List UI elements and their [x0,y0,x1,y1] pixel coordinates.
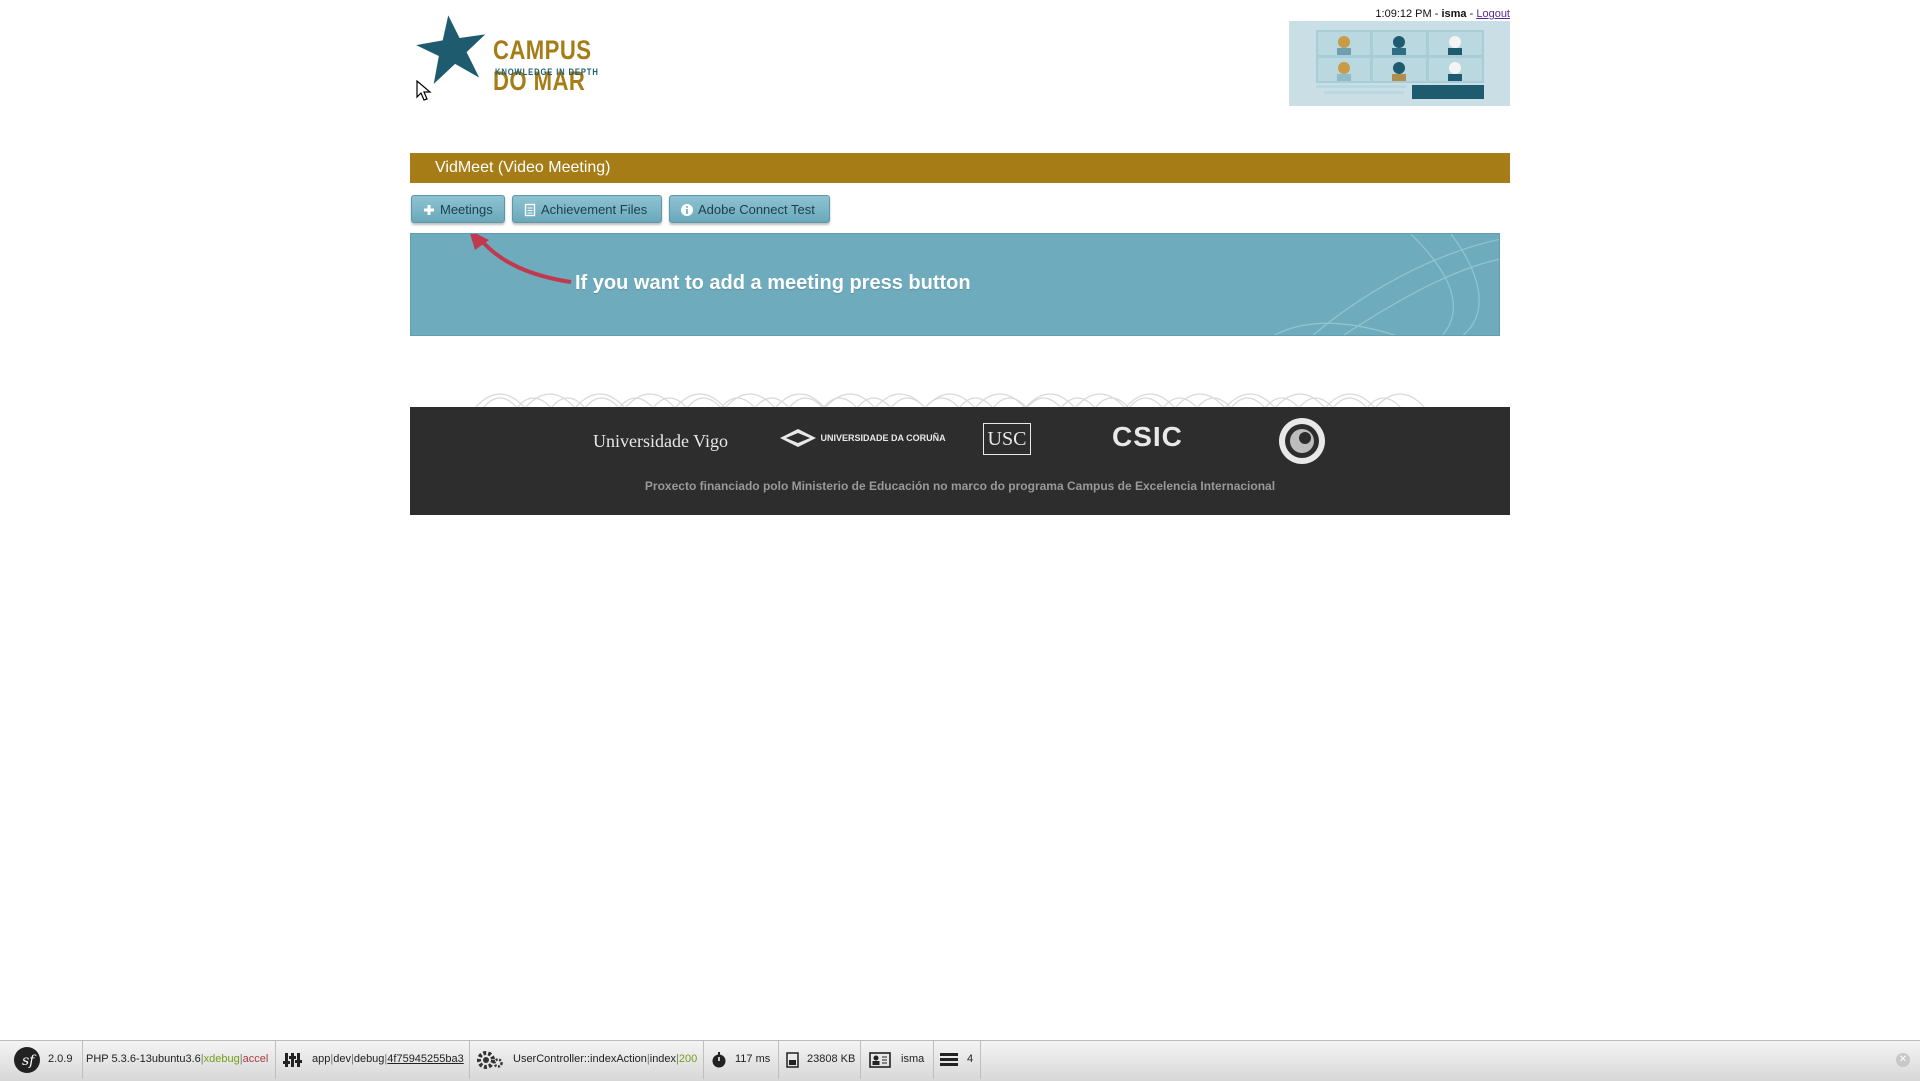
user-card-icon [869,1052,891,1068]
wave-decoration [475,393,1425,408]
logo-title: CAMPUS DO MAR [493,35,592,96]
debug-memory[interactable]: 23808 KB [778,1041,861,1079]
current-time: 1:09:12 PM [1375,8,1432,20]
close-icon[interactable]: ✕ [1896,1053,1910,1067]
video-meeting-banner [1289,21,1510,106]
php-version: PHP 5.3.6-13ubuntu3.6 [86,1053,201,1065]
app-title: VidMeet (Video Meeting) [435,159,611,176]
footer-logo-seal[interactable] [1278,417,1326,470]
php-xdebug: xdebug [203,1053,240,1065]
debug-token-link[interactable]: 4f75945255ba3 [387,1053,463,1065]
footer-logo-csic[interactable]: CSIC [1112,421,1183,453]
username: isma [1441,8,1467,20]
tab-meetings[interactable]: Meetings [411,195,505,223]
footer-note: Proxecto financiado polo Ministerio de E… [644,479,1276,493]
footer-logo-uvigo[interactable]: Universidade Vigo [593,431,728,452]
tab-achievement-files-label: Achievement Files [541,202,648,217]
info-panel: If you want to add a meeting press butto… [410,233,1500,336]
info-message: If you want to add a meeting press butto… [575,272,971,294]
config-icon [283,1053,302,1067]
footer: Universidade Vigo UNIVERSIDADE DA CORUÑA… [410,407,1510,515]
tab-achievement-files[interactable]: Achievement Files [512,195,662,223]
logout-link[interactable]: Logout [1476,8,1510,20]
debug-symfony-version[interactable]: sf 2.0.9 [0,1041,83,1079]
debug-route: index [649,1053,677,1065]
symfony-logo-icon: sf [14,1047,40,1073]
debug-status: 200 [678,1053,698,1065]
campus-do-mar-logo[interactable]: CAMPUS DO MAR KNOWLEDGE IN DEPTH [415,13,655,96]
tab-adobe-connect-test-label: Adobe Connect Test [698,202,815,217]
starfish-icon [416,15,486,85]
tab-meetings-label: Meetings [440,202,493,217]
debug-php-info[interactable]: PHP 5.3.6-13ubuntu3.6|xdebug|accel [82,1041,276,1079]
debug-security[interactable]: isma [860,1041,934,1079]
user-status-line: 1:09:12 PM - isma - Logout [1375,8,1510,20]
video-grid-illustration [1316,30,1484,99]
footer-logo-usc[interactable]: USC [983,423,1031,455]
debug-controller: UserController::indexAction [513,1053,647,1065]
pointer-arrow-icon [470,234,572,284]
app-title-bar: VidMeet (Video Meeting) [410,153,1510,183]
document-icon [524,203,536,217]
tab-adobe-connect-test[interactable]: Adobe Connect Test [669,195,830,223]
udc-emblem-icon [780,429,816,447]
php-accel: accel [242,1053,269,1065]
mouse-cursor-icon [416,80,432,101]
memory-icon [786,1052,799,1068]
plus-icon [424,205,434,215]
gear-icon [477,1051,503,1069]
stopwatch-icon [712,1052,726,1068]
debug-timer[interactable]: 117 ms [703,1041,779,1079]
logo-subtitle: KNOWLEDGE IN DEPTH [495,67,599,77]
seal-icon [1279,418,1325,464]
footer-logo-udc[interactable]: UNIVERSIDADE DA CORUÑA [780,429,946,447]
debug-request[interactable]: UserController::indexAction|index|200 [469,1041,704,1079]
info-icon [681,204,693,216]
database-icon [940,1053,958,1066]
debug-database[interactable]: 4 [933,1041,981,1079]
footer-logo-udc-label: UNIVERSIDADE DA CORUÑA [820,433,946,443]
debug-config[interactable]: app|dev|debug|4f75945255ba3 [275,1041,470,1079]
debug-toolbar: sf 2.0.9 PHP 5.3.6-13ubuntu3.6|xdebug|ac… [0,1040,1920,1081]
